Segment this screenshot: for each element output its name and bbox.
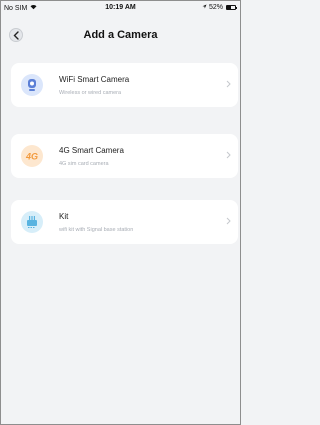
svg-text:4G: 4G bbox=[25, 152, 38, 162]
option-kit[interactable]: Kit wifi kit with Signal base station bbox=[11, 200, 238, 244]
page-title: Add a Camera bbox=[83, 29, 158, 41]
status-right-group: 52% bbox=[202, 4, 237, 11]
chevron-right-icon bbox=[226, 217, 231, 225]
base-station-icon bbox=[21, 211, 43, 233]
battery-icon bbox=[226, 5, 237, 10]
app-screen: No SIM 10:19 AM 52% Add a Camera WiFi Sm… bbox=[0, 0, 241, 425]
battery-percent: 52% bbox=[208, 4, 223, 11]
location-arrow-icon bbox=[202, 4, 207, 11]
status-bar: No SIM 10:19 AM 52% bbox=[1, 1, 240, 19]
option-title: 4G Smart Camera bbox=[59, 146, 124, 155]
navigation-bar: Add a Camera bbox=[1, 23, 240, 47]
wifi-camera-icon bbox=[21, 74, 43, 96]
option-title: Kit bbox=[59, 212, 69, 221]
chevron-right-icon bbox=[226, 80, 231, 88]
chevron-right-icon bbox=[226, 151, 231, 159]
option-subtitle: wifi kit with Signal base station bbox=[59, 227, 134, 233]
4g-icon: 4G bbox=[21, 145, 43, 167]
option-4g-smart-camera[interactable]: 4G 4G Smart Camera 4G sim card camera bbox=[11, 134, 238, 178]
option-wifi-smart-camera[interactable]: WiFi Smart Camera Wireless or wired came… bbox=[11, 63, 238, 107]
option-subtitle: Wireless or wired camera bbox=[59, 90, 122, 96]
option-subtitle: 4G sim card camera bbox=[59, 161, 109, 167]
option-title: WiFi Smart Camera bbox=[59, 75, 130, 84]
